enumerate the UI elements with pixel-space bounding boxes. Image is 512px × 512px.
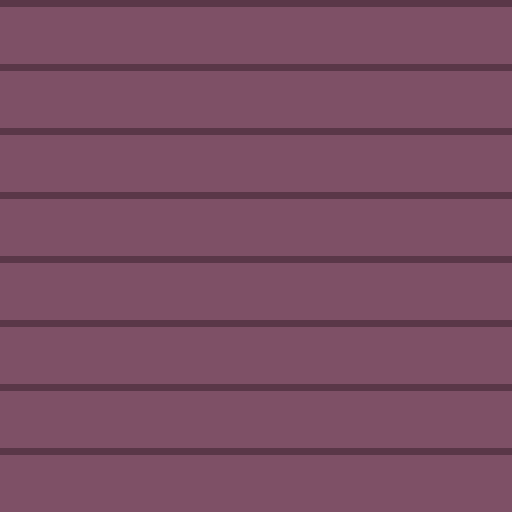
horizontal-stripe [0,320,512,327]
horizontal-stripe [0,256,512,263]
horizontal-stripe [0,128,512,135]
horizontal-stripe [0,192,512,199]
horizontal-stripe [0,0,512,7]
horizontal-stripe [0,384,512,391]
horizontal-stripe [0,64,512,71]
horizontal-stripe [0,448,512,455]
striped-texture-panel [0,0,512,512]
